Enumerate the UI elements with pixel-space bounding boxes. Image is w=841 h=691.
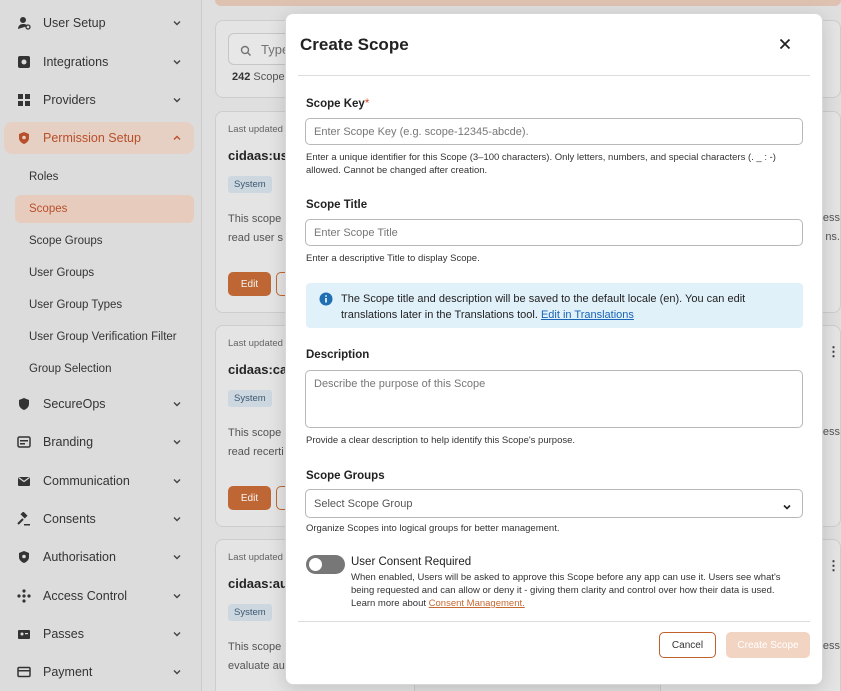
- modal-title: Create Scope: [300, 35, 409, 54]
- description-placeholder: Describe the purpose of this Scope: [314, 378, 486, 390]
- scope-groups-placeholder: Select Scope Group: [314, 497, 413, 510]
- scope-groups-help: Organize Scopes into logical groups for …: [306, 523, 560, 534]
- info-banner: The Scope title and description will be …: [306, 283, 803, 328]
- create-scope-modal: Create Scope Scope Key* Enter Scope Key …: [285, 13, 823, 685]
- edit-in-translations-link[interactable]: Edit in Translations: [541, 309, 634, 321]
- divider: [298, 75, 810, 76]
- create-scope-button[interactable]: Create Scope: [726, 632, 810, 658]
- scope-key-label: Scope Key*: [306, 98, 370, 110]
- user-consent-description: When enabled, Users will be asked to app…: [351, 572, 781, 609]
- scope-title-help: Enter a descriptive Title to display Sco…: [306, 253, 480, 264]
- scope-groups-label: Scope Groups: [306, 470, 385, 482]
- scope-key-input[interactable]: Enter Scope Key (e.g. scope-12345-abcde)…: [305, 118, 803, 145]
- user-consent-label: User Consent Required: [351, 556, 472, 568]
- scope-groups-select[interactable]: Select Scope Group: [305, 489, 803, 518]
- user-consent-toggle[interactable]: [306, 555, 345, 574]
- description-label: Description: [306, 349, 370, 361]
- cancel-button[interactable]: Cancel: [659, 632, 716, 658]
- divider: [298, 621, 810, 622]
- description-textarea[interactable]: Describe the purpose of this Scope: [305, 370, 803, 428]
- info-icon: [319, 292, 333, 306]
- scope-key-placeholder: Enter Scope Key (e.g. scope-12345-abcde)…: [314, 125, 529, 138]
- description-help: Provide a clear description to help iden…: [306, 435, 576, 446]
- close-icon[interactable]: [778, 37, 792, 51]
- scope-title-label: Scope Title: [306, 199, 368, 211]
- info-text: The Scope title and description will be …: [341, 293, 746, 321]
- scope-title-input[interactable]: Enter Scope Title: [305, 219, 803, 246]
- scope-title-placeholder: Enter Scope Title: [314, 226, 398, 239]
- toggle-knob: [309, 558, 322, 571]
- consent-management-link[interactable]: Consent Management.: [429, 598, 525, 609]
- chevron-down-icon: [782, 499, 792, 510]
- scope-key-help: Enter a unique identifier for this Scope…: [306, 152, 776, 176]
